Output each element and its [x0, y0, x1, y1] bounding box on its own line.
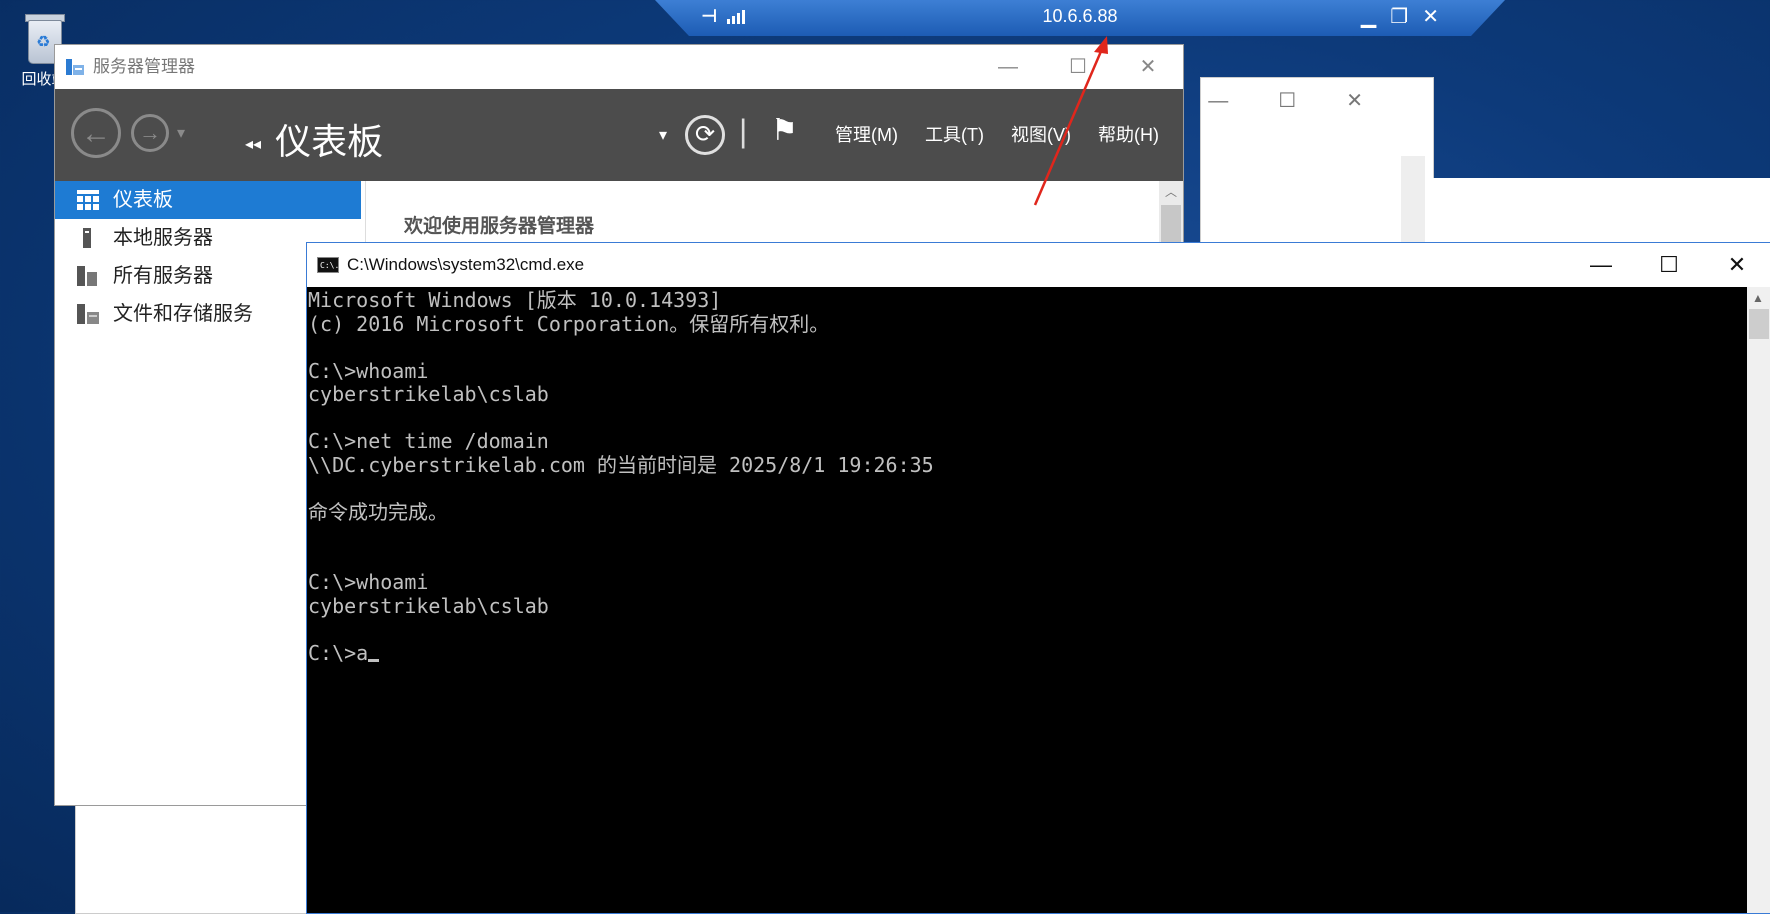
- cmd-maximize-button[interactable]: ☐: [1635, 243, 1703, 287]
- breadcrumb-arrows-icon: ◂◂: [245, 136, 262, 154]
- cmd-window[interactable]: C:\. C:\Windows\system32\cmd.exe — ☐ ✕ Mic…: [306, 242, 1770, 914]
- welcome-heading: 欢迎使用服务器管理器: [404, 216, 595, 237]
- menu-manage[interactable]: 管理(M): [835, 125, 898, 145]
- storage-icon: [77, 304, 99, 324]
- console-output[interactable]: Microsoft Windows [版本 10.0.14393] (c) 20…: [307, 287, 1747, 913]
- background-window-2[interactable]: [1432, 178, 1770, 248]
- console-line: C:\>whoami: [308, 570, 429, 594]
- console-line: C:\>whoami: [308, 358, 429, 383]
- bg-maximize-button[interactable]: ☐: [1278, 90, 1346, 112]
- sm-maximize-button[interactable]: ☐: [1043, 45, 1113, 89]
- sidebar-item-label: 本地服务器: [113, 227, 213, 249]
- rdp-minimize-button[interactable]: ▁: [1361, 6, 1390, 28]
- console-line: cyberstrikelab\cslab: [308, 382, 549, 406]
- cmd-close-button[interactable]: ✕: [1703, 243, 1770, 287]
- console-current-input[interactable]: C:\>a: [308, 641, 368, 665]
- bg-scrollbar[interactable]: [1401, 156, 1425, 248]
- cmd-scrollbar-thumb[interactable]: [1749, 309, 1769, 339]
- notifications-flag-icon[interactable]: ⚑: [771, 113, 798, 148]
- cmd-app-icon: C:\.: [317, 257, 339, 273]
- menu-tools[interactable]: 工具(T): [925, 125, 984, 145]
- cmd-titlebar[interactable]: C:\. C:\Windows\system32\cmd.exe — ☐ ✕: [307, 243, 1770, 287]
- server-icon: [83, 228, 91, 248]
- scroll-up-icon[interactable]: ▲: [1752, 291, 1764, 305]
- console-line: 命令成功完成。: [308, 499, 448, 524]
- console-line: (c) 2016 Microsoft Corporation。保留所有权利。: [308, 311, 830, 336]
- sm-minimize-button[interactable]: —: [973, 45, 1043, 89]
- rdp-window-controls: ▁❐✕: [1361, 4, 1453, 29]
- console-line: Microsoft Windows [版本 10.0.14393]: [308, 288, 722, 312]
- refresh-icon[interactable]: ⟳: [685, 115, 725, 155]
- sidebar-item-label: 文件和存储服务: [113, 303, 253, 325]
- menu-view[interactable]: 视图(V): [1011, 125, 1071, 145]
- breadcrumb-dropdown-icon[interactable]: ▾: [659, 125, 667, 145]
- sidebar-item-label: 仪表板: [113, 189, 173, 211]
- rdp-close-button[interactable]: ✕: [1422, 6, 1453, 28]
- server-manager-toolbar: ← → ▾ ◂◂ 仪表板 ▾ ⟳ | ⚑ 管理(M) 工具(T) 视图(V) 帮助…: [55, 89, 1183, 181]
- text-cursor: [368, 658, 380, 662]
- rdp-connection-bar: ⊣ 10.6.6.88 ▁❐✕: [655, 0, 1505, 36]
- toolbar-divider: |: [739, 113, 748, 149]
- server-manager-app-icon: [66, 59, 84, 75]
- background-window-3[interactable]: [75, 798, 313, 914]
- server-manager-title: 服务器管理器: [93, 57, 195, 76]
- server-manager-titlebar[interactable]: 服务器管理器 — ☐ ✕: [55, 45, 1183, 89]
- menu-help[interactable]: 帮助(H): [1098, 125, 1159, 145]
- bg-minimize-button[interactable]: —: [1208, 90, 1278, 112]
- history-dropdown-icon[interactable]: ▾: [177, 123, 185, 143]
- rdp-restore-button[interactable]: ❐: [1390, 6, 1422, 28]
- servers-icon: [77, 266, 97, 286]
- dashboard-icon: [77, 190, 99, 210]
- menu-bar: 管理(M) 工具(T) 视图(V) 帮助(H): [835, 121, 1181, 147]
- cmd-minimize-button[interactable]: —: [1567, 243, 1635, 287]
- sidebar-item-dashboard[interactable]: 仪表板: [55, 181, 361, 219]
- sidebar-item-label: 所有服务器: [113, 265, 213, 287]
- back-arrow-icon[interactable]: ←: [71, 108, 121, 158]
- breadcrumb: ◂◂ 仪表板: [245, 113, 383, 165]
- sm-close-button[interactable]: ✕: [1113, 45, 1183, 89]
- breadcrumb-title: 仪表板: [275, 121, 384, 162]
- console-line: \\DC.cyberstrikelab.com 的当前时间是 2025/8/1 …: [308, 452, 934, 477]
- console-prompt-line[interactable]: C:\>a: [308, 641, 1747, 666]
- cmd-scrollbar[interactable]: ▲: [1747, 287, 1770, 913]
- cmd-title: C:\Windows\system32\cmd.exe: [347, 255, 585, 274]
- forward-arrow-icon[interactable]: →: [131, 114, 169, 152]
- background-window-controls: —☐✕: [1201, 78, 1433, 148]
- background-window[interactable]: —☐✕: [1200, 77, 1434, 249]
- console-line: cyberstrikelab\cslab: [308, 593, 549, 618]
- bg-close-button[interactable]: ✕: [1346, 90, 1413, 112]
- console-line: C:\>net time /domain: [308, 429, 549, 453]
